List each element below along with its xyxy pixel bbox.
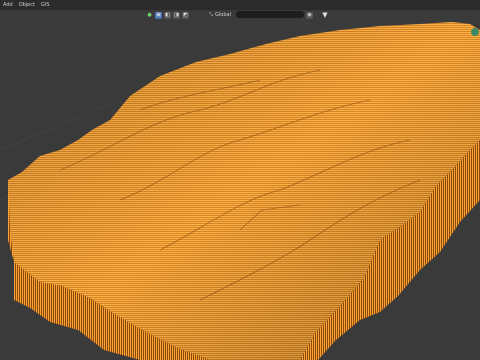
header-field[interactable] (236, 11, 304, 18)
select-box-icon[interactable]: ▣ (155, 11, 162, 19)
vertex-select-icon[interactable]: ◧ (164, 11, 171, 19)
eye-visibility-icon[interactable]: ◉ (306, 11, 313, 19)
face-select-icon[interactable]: ◩ (182, 11, 189, 19)
menu-object[interactable]: Object (16, 0, 38, 10)
select-mode-group: ● ▣ ◧ ◨ ◩ (146, 11, 189, 19)
edge-select-icon[interactable]: ◨ (173, 11, 180, 19)
orientation-icon: ⤡ (209, 12, 214, 18)
3d-viewport[interactable] (0, 0, 480, 360)
filter-icon[interactable]: ▼ (321, 11, 329, 19)
menu-gis[interactable]: GIS (38, 0, 53, 10)
menu-add[interactable]: Add (0, 0, 16, 10)
snap-toggle-icon[interactable]: ● (146, 11, 153, 19)
overlay-group: ◉ (306, 11, 313, 19)
top-menubar: Add Object GIS (0, 0, 480, 10)
transform-orientation[interactable]: ⤡ Global (209, 11, 231, 19)
orientation-label: Global (215, 12, 231, 18)
viewport-header: ● ▣ ◧ ◨ ◩ ⤡ Global ◉ ▼ (0, 10, 480, 21)
origin-marker (471, 28, 479, 36)
